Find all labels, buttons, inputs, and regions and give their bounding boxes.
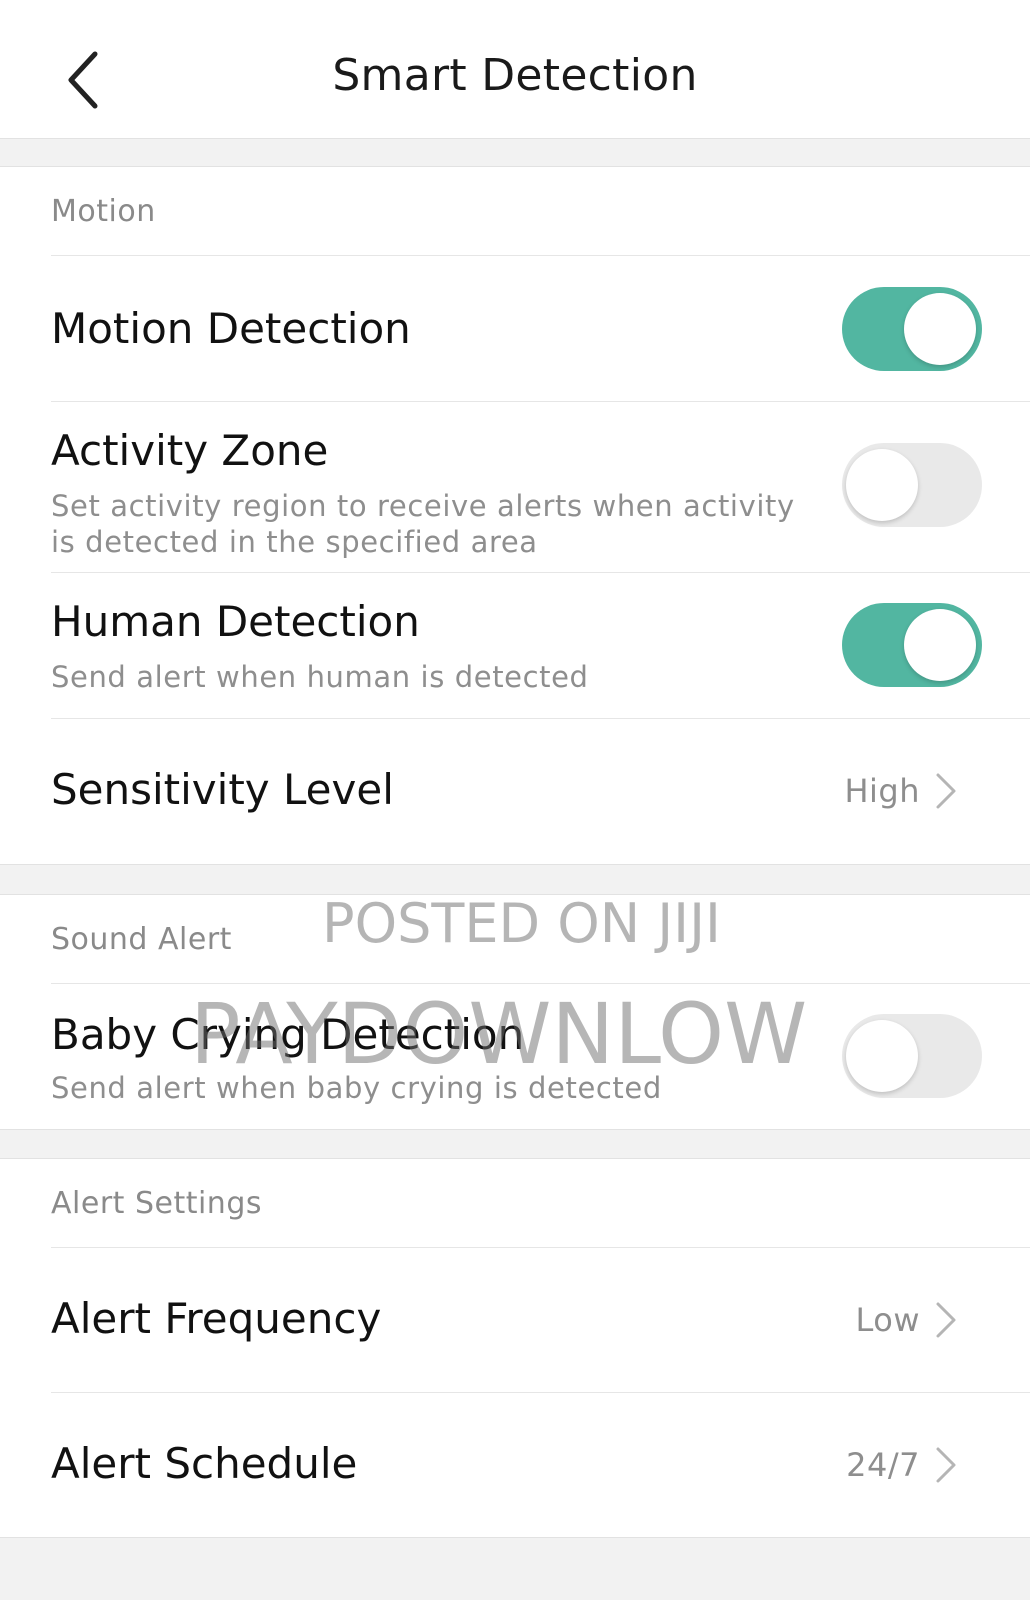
alert-schedule-label: Alert Schedule [51,1439,358,1488]
row-activity-zone[interactable]: Activity Zone Set activity region to rec… [51,401,1030,572]
activity-zone-label: Activity Zone [51,426,329,475]
section-alert-settings: Alert Settings Alert Frequency Low Alert… [0,1158,1030,1538]
activity-zone-description-line2: is detected in the specified area [51,525,538,559]
baby-crying-detection-description: Send alert when baby crying is detected [51,1071,662,1105]
section-sound-alert: Sound Alert Baby Crying Detection Send a… [0,894,1030,1130]
baby-crying-detection-toggle[interactable] [842,1014,982,1098]
human-detection-description: Send alert when human is detected [51,660,589,694]
section-motion: Motion Motion Detection Activity Zone Se… [0,166,1030,865]
toggle-knob [904,293,976,365]
section-label-motion: Motion [51,193,156,229]
alert-frequency-label: Alert Frequency [51,1294,382,1343]
sensitivity-level-value: High [844,772,920,810]
section-label-alert-settings: Alert Settings [51,1185,262,1221]
baby-crying-detection-label: Baby Crying Detection [51,1010,525,1059]
row-alert-schedule[interactable]: Alert Schedule 24/7 [51,1392,1030,1537]
alert-frequency-value: Low [855,1301,920,1339]
row-human-detection[interactable]: Human Detection Send alert when human is… [51,572,1030,718]
toggle-knob [904,609,976,681]
page-title: Smart Detection [332,50,698,101]
row-alert-frequency[interactable]: Alert Frequency Low [51,1247,1030,1392]
nav-header: Smart Detection [0,0,1030,139]
toggle-knob [846,449,918,521]
motion-detection-label: Motion Detection [51,304,411,353]
row-motion-detection[interactable]: Motion Detection [51,255,1030,401]
section-label-sound-alert: Sound Alert [51,921,232,957]
activity-zone-toggle[interactable] [842,443,982,527]
sensitivity-level-label: Sensitivity Level [51,765,394,814]
toggle-knob [846,1020,918,1092]
human-detection-toggle[interactable] [842,603,982,687]
row-baby-crying-detection[interactable]: Baby Crying Detection Send alert when ba… [51,983,1030,1128]
motion-detection-toggle[interactable] [842,287,982,371]
chevron-right-icon [936,1447,956,1483]
human-detection-label: Human Detection [51,597,420,646]
chevron-right-icon [936,1302,956,1338]
activity-zone-description-line1: Set activity region to receive alerts wh… [51,489,795,523]
row-sensitivity-level[interactable]: Sensitivity Level High [51,718,1030,863]
alert-schedule-value: 24/7 [846,1446,920,1484]
chevron-right-icon [936,773,956,809]
